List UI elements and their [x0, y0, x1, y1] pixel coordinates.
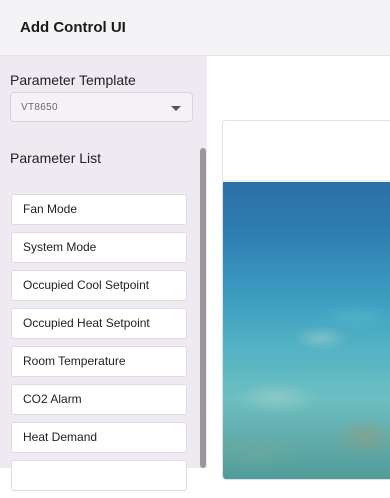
parameter-list-label: Parameter List [10, 150, 102, 166]
list-item-heat-demand[interactable]: Heat Demand [11, 422, 187, 453]
scrollbar-thumb[interactable] [200, 148, 206, 468]
list-item-occupied-heat-setpoint[interactable]: Occupied Heat Setpoint [11, 308, 187, 339]
chevron-down-icon [171, 106, 181, 111]
list-item-room-temperature[interactable]: Room Temperature [11, 346, 187, 377]
parameter-template-value: VT8650 [21, 102, 58, 113]
card-header [223, 121, 390, 181]
preview-card [222, 120, 390, 480]
list-item-fan-mode[interactable]: Fan Mode [11, 194, 187, 225]
parameter-template-select[interactable]: VT8650 [10, 92, 193, 122]
list-item-partial[interactable] [11, 460, 187, 491]
parameter-list: Fan Mode System Mode Occupied Cool Setpo… [11, 194, 187, 498]
page-title: Add Control UI [20, 19, 126, 36]
preview-image [223, 182, 390, 479]
app-header: Add Control UI [0, 0, 390, 56]
parameter-template-label: Parameter Template [10, 72, 136, 88]
list-item-system-mode[interactable]: System Mode [11, 232, 187, 263]
list-item-co2-alarm[interactable]: CO2 Alarm [11, 384, 187, 415]
scrollbar[interactable] [200, 148, 206, 468]
list-item-occupied-cool-setpoint[interactable]: Occupied Cool Setpoint [11, 270, 187, 301]
sidebar: Parameter Template VT8650 Parameter List… [0, 56, 207, 491]
